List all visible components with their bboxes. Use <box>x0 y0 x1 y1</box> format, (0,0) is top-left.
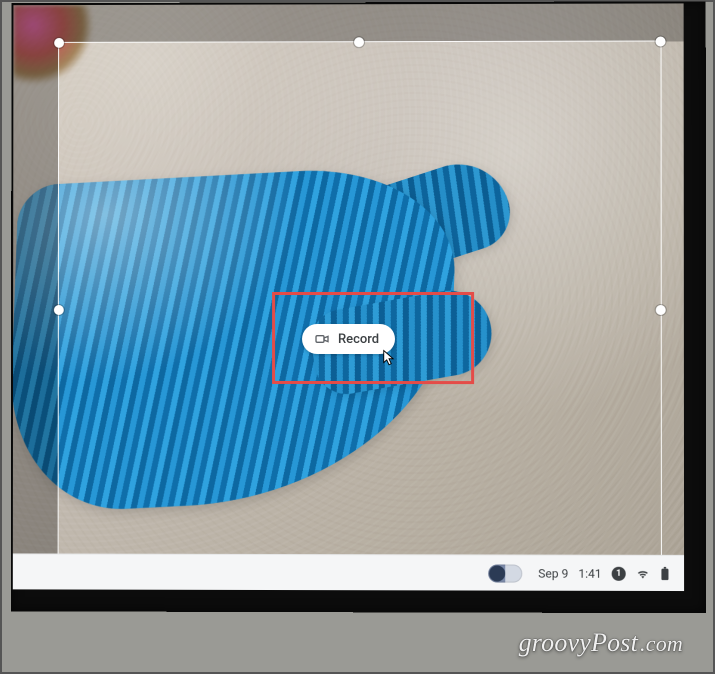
resize-handle-mr[interactable] <box>656 305 666 315</box>
dimmed-region <box>13 3 683 43</box>
resize-handle-tl[interactable] <box>54 38 64 48</box>
watermark-suffix: Post <box>591 628 638 657</box>
resize-handle-tr[interactable] <box>656 36 666 46</box>
watermark: groovyPost.com <box>519 628 683 658</box>
watermark-brand: groovy <box>519 628 591 657</box>
monitor-bezel: Record Sep 9 1:41 1 <box>11 1 706 613</box>
status-time: 1:41 <box>578 566 601 580</box>
battery-icon <box>660 566 670 580</box>
holding-space-toggle[interactable] <box>488 564 522 582</box>
status-date: Sep 9 <box>538 566 568 580</box>
notification-count: 1 <box>616 568 621 578</box>
status-tray[interactable]: Sep 9 1:41 1 <box>538 566 670 580</box>
system-shelf: Sep 9 1:41 1 <box>13 553 684 591</box>
resize-handle-tm[interactable] <box>354 37 364 47</box>
wifi-icon <box>636 566 650 580</box>
annotation-highlight <box>272 292 474 384</box>
screenshot-frame: Record Sep 9 1:41 1 <box>0 0 715 674</box>
resize-handle-ml[interactable] <box>54 305 64 315</box>
watermark-tld: .com <box>640 631 683 656</box>
pointer-cursor-icon <box>380 349 398 371</box>
dimmed-region <box>13 43 59 590</box>
notification-badge: 1 <box>612 566 626 580</box>
screen: Record Sep 9 1:41 1 <box>13 3 684 591</box>
